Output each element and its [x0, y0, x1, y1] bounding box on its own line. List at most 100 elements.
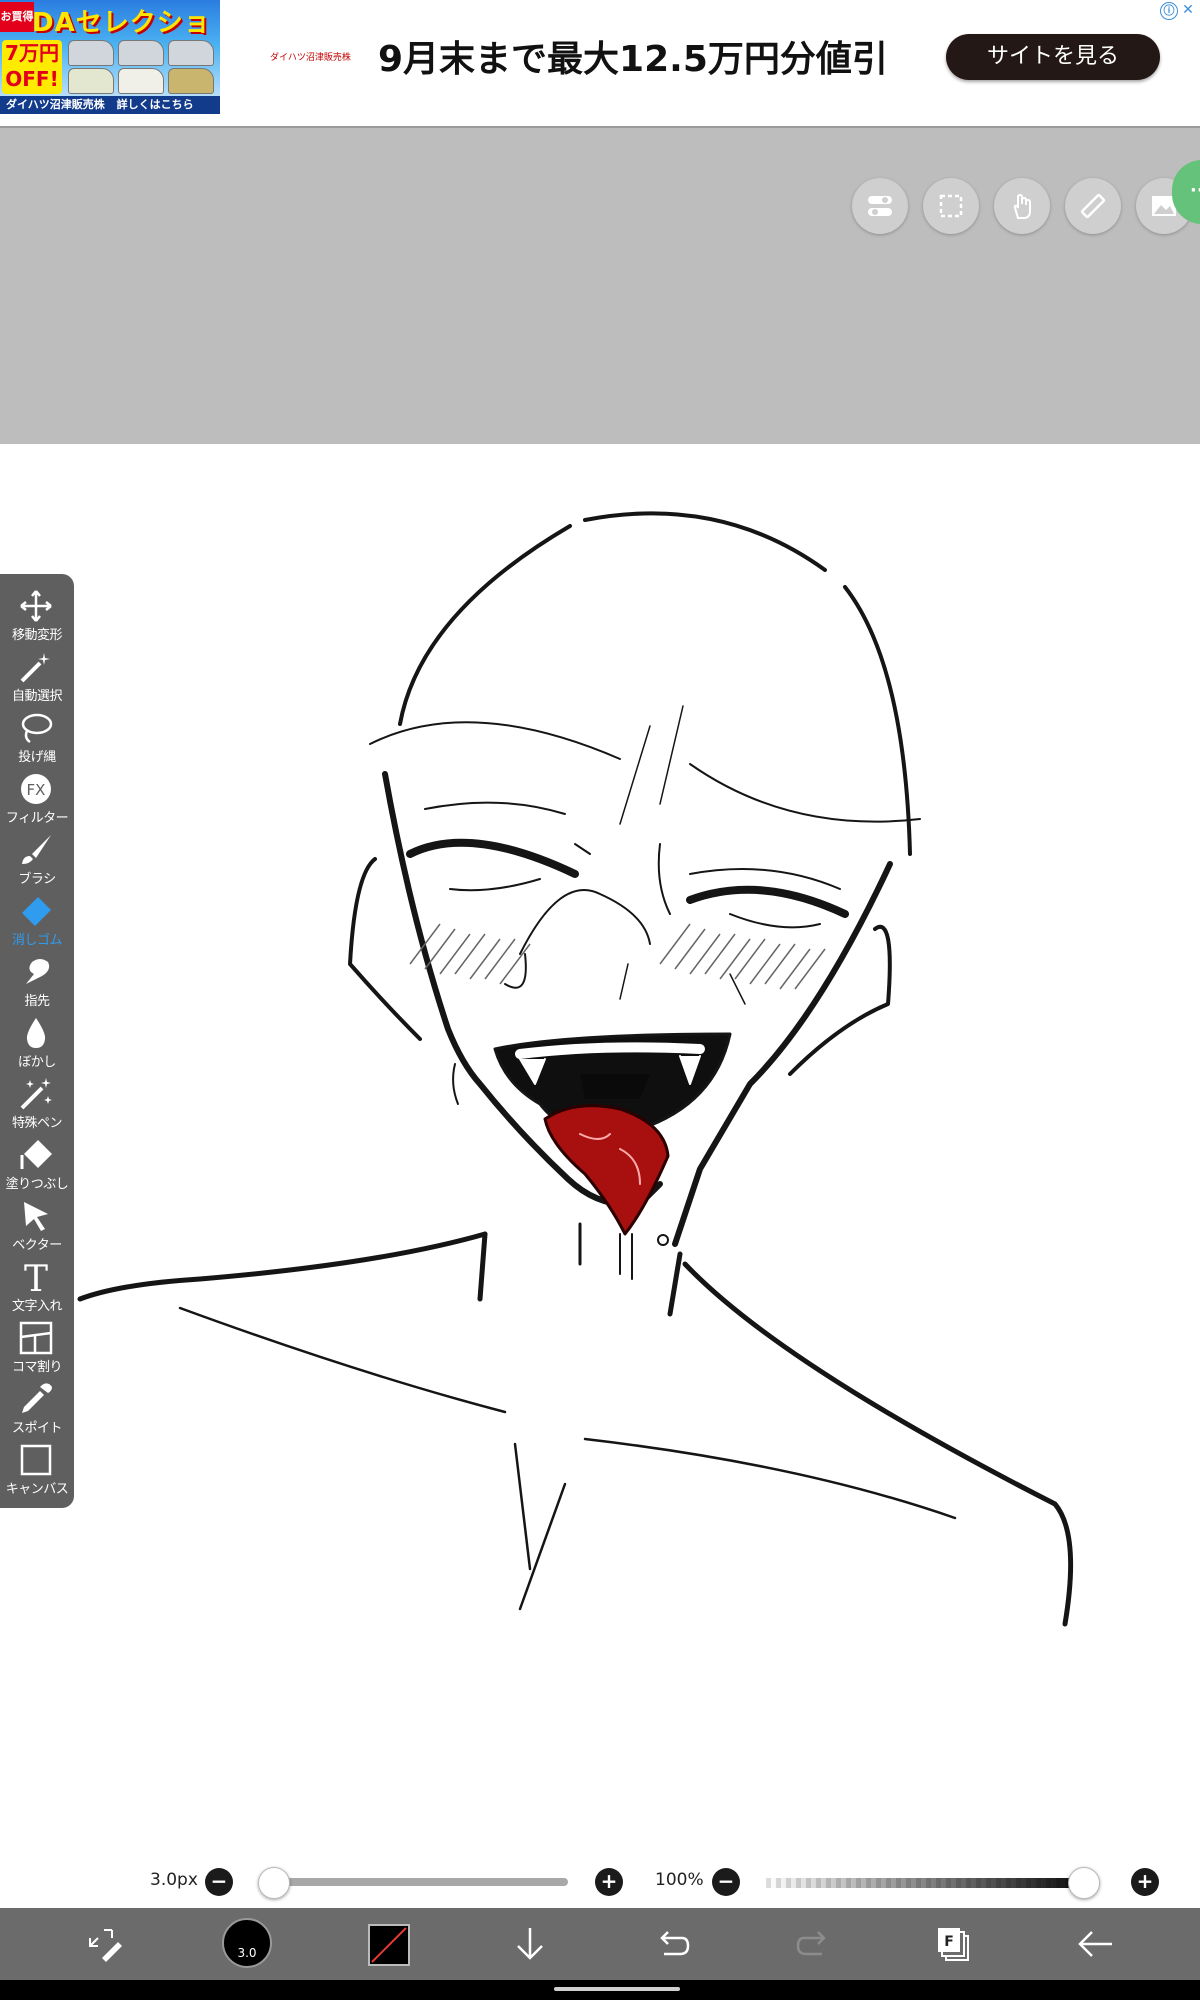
car-image [118, 68, 164, 94]
tool-text[interactable]: T 文字入れ [0, 1255, 74, 1316]
toggle-button[interactable] [852, 178, 908, 234]
fill-bucket-icon [20, 1140, 52, 1169]
arrow-down-icon [517, 1928, 543, 1960]
text-icon: T [24, 1259, 48, 1295]
tool-eyedropper[interactable]: スポイト [0, 1377, 74, 1438]
slider-row: 3.0px − + 100% − + [0, 1856, 1200, 1906]
panel-split-icon [19, 1321, 53, 1355]
arrow-left-icon [1078, 1931, 1112, 1957]
tool-label: ぼかし [18, 1055, 56, 1070]
ad-headline[interactable]: 9月末まで最大12.5万円分値引 [378, 30, 888, 82]
opacity-increase-button[interactable]: + [1131, 1868, 1159, 1896]
tool-label: 投げ縄 [18, 750, 56, 765]
brush-icon [22, 835, 51, 864]
ad-cta-button[interactable]: サイトを見る [946, 34, 1160, 80]
tool-label: スポイト [11, 1421, 63, 1436]
tool-finger[interactable]: 指先 [0, 950, 74, 1011]
ruler-icon [1080, 193, 1106, 219]
vector-cursor-icon [24, 1202, 48, 1231]
magic-wand-icon [20, 653, 50, 683]
undo-button[interactable] [652, 1924, 692, 1964]
ad-close-icon[interactable]: ✕ [1180, 2, 1196, 18]
brush-size-label: 3.0px [150, 1870, 198, 1890]
opacity-decrease-button[interactable]: − [712, 1868, 740, 1896]
ruler-button[interactable] [1065, 178, 1121, 234]
tool-label: 特殊ペン [11, 1116, 63, 1131]
tool-label: コマ割り [11, 1360, 63, 1375]
ad-banner[interactable]: お買得 DAセレクション 7万円 OFF! ダイハツ沼津販売株 詳しくはこちら … [0, 0, 1200, 128]
brush-size-slider-knob[interactable] [258, 1867, 290, 1899]
eyedropper-icon [22, 1383, 52, 1413]
ad-thumb-tag: お買得 [0, 2, 34, 32]
sketch-artwork [77, 511, 1074, 1627]
opacity-slider-knob[interactable] [1068, 1867, 1100, 1899]
system-nav-bar [0, 1980, 1200, 2000]
ad-thumb-dealer: ダイハツ沼津販売株 [6, 98, 105, 111]
ad-thumbnail[interactable]: お買得 DAセレクション 7万円 OFF! ダイハツ沼津販売株 詳しくはこちら [0, 0, 220, 114]
svg-text:FX: FX [27, 781, 46, 799]
car-image [68, 68, 114, 94]
lasso-icon [21, 713, 53, 744]
tool-move[interactable]: 移動変形 [0, 584, 74, 645]
tool-label: 文字入れ [11, 1299, 63, 1314]
tool-label: キャンバス [5, 1482, 69, 1497]
tool-label: ブラシ [18, 872, 56, 887]
special-pen-icon [20, 1078, 52, 1110]
ad-thumb-bar: ダイハツ沼津販売株 詳しくはこちら [0, 96, 220, 114]
toggle-icon [868, 196, 892, 216]
tool-magic-wand[interactable]: 自動選択 [0, 645, 74, 706]
undo-icon [660, 1931, 690, 1956]
car-image [168, 40, 214, 66]
tool-label: ベクター [12, 1238, 62, 1253]
tool-lasso[interactable]: 投げ縄 [0, 706, 74, 767]
selection-icon [939, 194, 963, 218]
eraser-icon [22, 897, 51, 926]
move-icon [20, 590, 52, 622]
color-swatch-slash-icon [371, 1927, 407, 1963]
finger-icon [26, 959, 50, 984]
tool-special-pen[interactable]: 特殊ペン [0, 1072, 74, 1133]
ad-thumb-discount: 7万円 OFF! [2, 40, 62, 94]
hand-button[interactable] [994, 178, 1050, 234]
tool-canvas[interactable]: キャンバス [0, 1438, 74, 1499]
tool-blur[interactable]: ぼかし [0, 1011, 74, 1072]
layer-letter: F [944, 1934, 954, 1950]
swap-tool-button[interactable] [84, 1924, 124, 1964]
download-button[interactable] [510, 1924, 550, 1964]
blur-drop-icon [26, 1018, 46, 1048]
tool-label: フィルター [5, 811, 69, 826]
canvas-icon [20, 1444, 52, 1476]
layers-button[interactable]: F [934, 1924, 974, 1964]
redo-icon [796, 1931, 826, 1956]
selection-button[interactable] [923, 178, 979, 234]
tool-fill[interactable]: 塗りつぶし [0, 1133, 74, 1194]
size-increase-button[interactable]: + [595, 1868, 623, 1896]
brush-size-slider[interactable] [262, 1878, 568, 1886]
tool-filter[interactable]: FX フィルター [0, 767, 74, 828]
tool-vector[interactable]: ベクター [0, 1194, 74, 1255]
tool-label: 消しゴム [11, 933, 63, 948]
back-button[interactable] [1076, 1924, 1116, 1964]
swap-pen-eraser-icon [89, 1929, 122, 1962]
car-image [118, 40, 164, 66]
size-decrease-button[interactable]: − [205, 1868, 233, 1896]
tool-label: 指先 [24, 994, 50, 1009]
ad-logo: ダイハツ沼津販売株 [270, 53, 351, 63]
drawing-canvas[interactable] [0, 444, 1200, 1906]
tool-panel-split[interactable]: コマ割り [0, 1316, 74, 1377]
tool-eraser[interactable]: 消しゴム [0, 889, 74, 950]
left-toolbar: 移動変形 自動選択 投げ縄 FX フィルター ブラシ 消しゴム 指先 ぼかし 特… [0, 574, 74, 1508]
bottom-toolbar: 3.0 F [0, 1908, 1200, 1980]
svg-text:T: T [24, 1259, 48, 1295]
tool-label: 移動変形 [11, 628, 63, 643]
ad-thumb-link[interactable]: 詳しくはこちら [117, 98, 194, 111]
ad-info-icon[interactable]: ⓘ [1160, 2, 1178, 20]
opacity-slider[interactable] [766, 1878, 1098, 1888]
tool-label: 自動選択 [11, 689, 63, 704]
color-swatch[interactable] [368, 1924, 410, 1966]
redo-button[interactable] [794, 1924, 834, 1964]
tool-brush[interactable]: ブラシ [0, 828, 74, 889]
home-indicator[interactable] [554, 1987, 680, 1991]
brush-size-preview[interactable]: 3.0 [222, 1918, 272, 1968]
car-image [68, 40, 114, 66]
